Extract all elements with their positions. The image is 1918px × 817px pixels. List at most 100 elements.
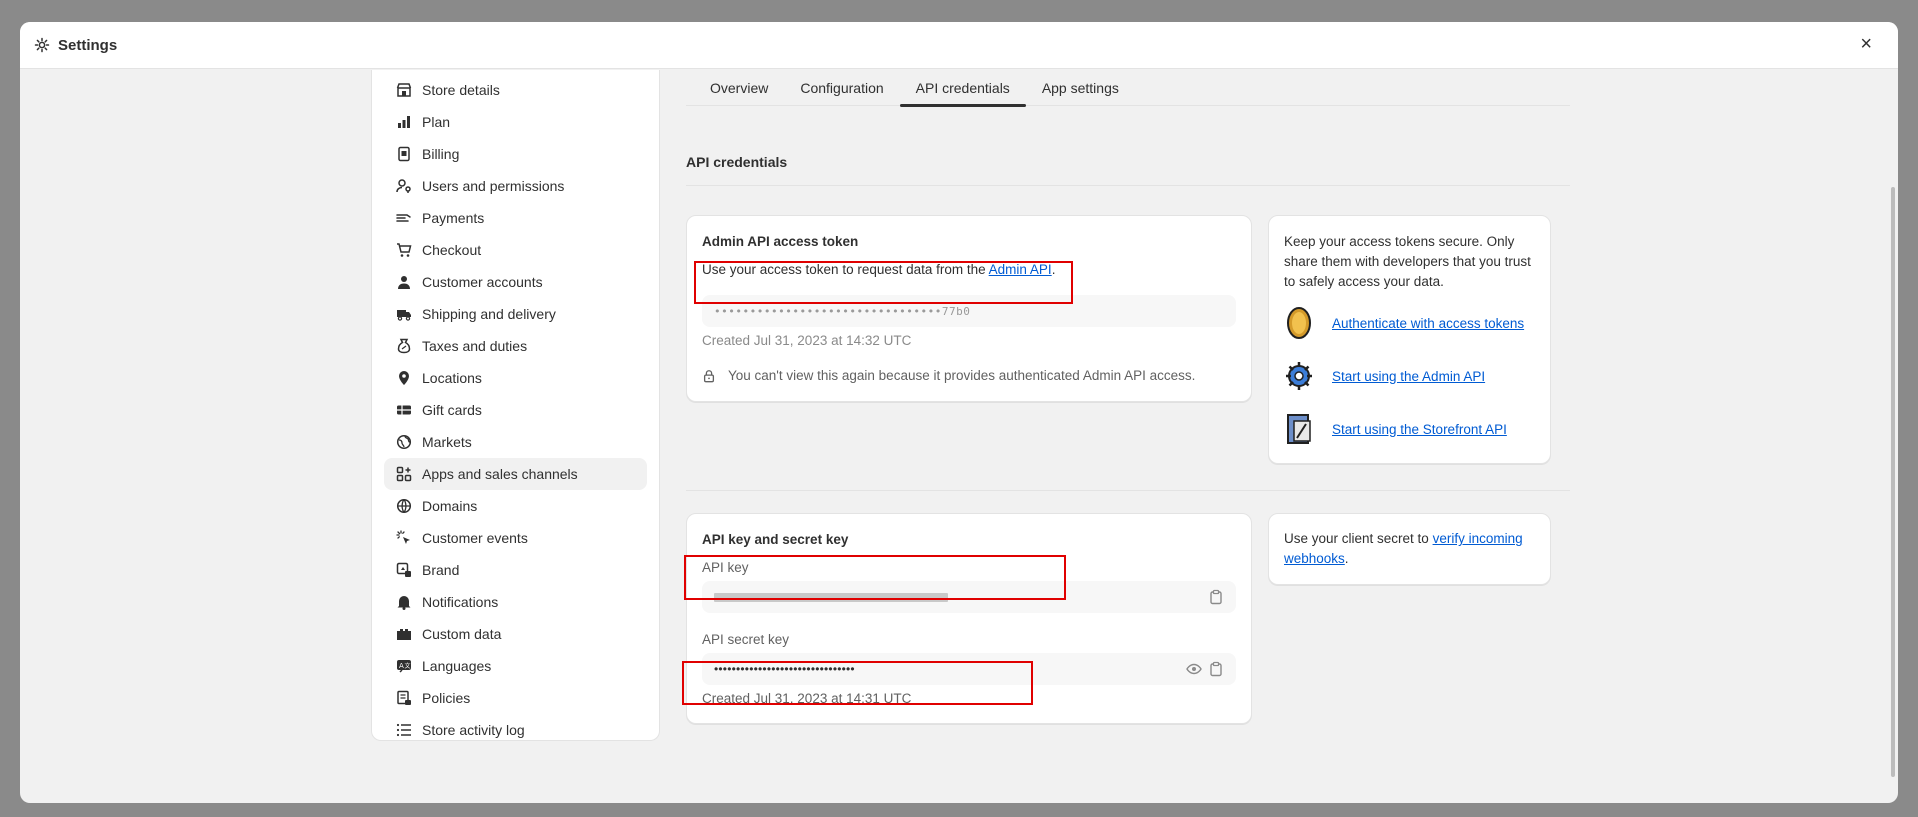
sidebar-item-markets[interactable]: Markets [384, 426, 647, 458]
tab-bar: Overview Configuration API credentials A… [686, 70, 1570, 107]
tab-api-credentials[interactable]: API credentials [899, 70, 1026, 107]
storefront-doc-icon [1287, 414, 1311, 444]
gift-card-icon [397, 405, 411, 415]
api-key-redacted [714, 592, 948, 602]
section-divider [686, 490, 1570, 491]
sidebar-item-label: Policies [422, 690, 471, 706]
copy-icon[interactable] [1208, 661, 1224, 677]
brand-icon [396, 562, 411, 577]
sidebar-item-label: Store details [422, 82, 500, 98]
sidebar-item-label: Users and permissions [422, 178, 565, 194]
settings-sidebar: Store details Plan Billing Users and per… [371, 70, 660, 741]
lock-icon [703, 369, 715, 382]
truck-icon [397, 310, 411, 321]
sidebar-item-label: Custom data [422, 626, 502, 642]
sidebar-item-shipping[interactable]: Shipping and delivery [384, 298, 647, 330]
plan-icon [398, 116, 410, 128]
sidebar-item-label: Shipping and delivery [422, 306, 556, 322]
api-key-field[interactable] [702, 581, 1236, 613]
sidebar-item-label: Domains [422, 498, 478, 514]
sidebar-item-label: Brand [422, 562, 460, 578]
tab-configuration[interactable]: Configuration [784, 70, 899, 106]
webhook-help-card: Use your client secret to verify incomin… [1268, 513, 1551, 585]
api-key-label: API key [702, 560, 749, 575]
sidebar-item-domains[interactable]: Domains [384, 490, 647, 522]
sidebar-item-label: Billing [422, 146, 460, 162]
admin-token-field[interactable]: ••••••••••••••••••••••••••••••••77b0 [702, 295, 1236, 327]
svg-text:A: A [399, 662, 404, 670]
sidebar-item-customer-accounts[interactable]: Customer accounts [384, 266, 647, 298]
sidebar-item-billing[interactable]: Billing [384, 138, 647, 170]
payments-icon [396, 214, 411, 222]
globe-icon [396, 434, 412, 450]
sidebar-item-label: Store activity log [422, 722, 525, 738]
sidebar-item-notifications[interactable]: Notifications [384, 586, 647, 618]
close-icon[interactable]: × [1860, 34, 1872, 54]
billing-icon [398, 146, 410, 162]
admin-token-notice: You can't view this again because it pro… [702, 368, 1195, 383]
bell-icon [397, 596, 411, 610]
tab-overview[interactable]: Overview [694, 70, 784, 106]
api-secret-field[interactable]: •••••••••••••••••••••••••••••••• [702, 653, 1236, 685]
sidebar-item-label: Payments [422, 210, 485, 226]
sidebar-item-apps-and-sales-channels[interactable]: Apps and sales channels [384, 458, 647, 490]
sidebar-item-label: Locations [422, 370, 482, 386]
sidebar-item-customer-events[interactable]: Customer events [384, 522, 647, 554]
card-title: API key and secret key [702, 532, 849, 547]
help-link-row: Start using the Admin API [1284, 359, 1485, 393]
sidebar-item-languages[interactable]: A 文 Languages [384, 650, 647, 682]
sidebar-item-label: Taxes and duties [422, 338, 528, 354]
sidebar-item-custom-data[interactable]: Custom data [384, 618, 647, 650]
authenticate-link[interactable]: Authenticate with access tokens [1332, 316, 1524, 331]
api-secret-label: API secret key [702, 632, 790, 647]
sidebar-item-brand[interactable]: Brand [384, 554, 647, 586]
help-link-row: Authenticate with access tokens [1284, 306, 1524, 340]
location-icon [399, 371, 409, 385]
sidebar-item-checkout[interactable]: Checkout [384, 234, 647, 266]
admin-api-link[interactable]: Admin API [989, 262, 1052, 277]
help-text: Keep your access tokens secure. Only sha… [1284, 234, 1531, 289]
copy-icon[interactable] [1208, 589, 1224, 605]
card-title: Admin API access token [702, 234, 859, 249]
sidebar-item-label: Checkout [422, 242, 482, 258]
cart-icon [397, 243, 412, 257]
sidebar-item-payments[interactable]: Payments [384, 202, 647, 234]
modal-title: Settings [58, 36, 118, 54]
sidebar-item-taxes[interactable]: Taxes and duties [384, 330, 647, 362]
sidebar-item-label: Customer accounts [422, 274, 543, 290]
admin-api-token-card: Admin API access token Use your access t… [686, 215, 1252, 402]
admin-token-value: ••••••••••••••••••••••••••••••••77b0 [714, 304, 971, 318]
webhook-text: Use your client secret to verify incomin… [1284, 531, 1523, 566]
sidebar-item-label: Plan [422, 114, 451, 130]
api-key-created: Created Jul 31, 2023 at 14:31 UTC [702, 691, 912, 706]
svg-text:文: 文 [405, 662, 411, 670]
gear-badge-icon [1286, 362, 1312, 390]
taxes-icon [397, 338, 411, 354]
sidebar-item-users[interactable]: Users and permissions [384, 170, 647, 202]
sidebar-item-label: Gift cards [422, 402, 482, 418]
scrollbar[interactable] [1891, 187, 1895, 777]
tab-app-settings[interactable]: App settings [1026, 70, 1135, 106]
sidebar-item-locations[interactable]: Locations [384, 362, 647, 394]
apps-icon [396, 466, 412, 482]
sidebar-item-plan[interactable]: Plan [384, 106, 647, 138]
language-icon: A文 [397, 660, 411, 673]
users-icon [396, 179, 411, 193]
coin-icon [1287, 307, 1311, 339]
admin-api-start-link[interactable]: Start using the Admin API [1332, 369, 1485, 384]
list-icon [396, 723, 411, 737]
sidebar-item-store-details[interactable]: Store details [384, 74, 647, 106]
token-security-help-card: Keep your access tokens secure. Only sha… [1268, 215, 1551, 464]
sidebar-item-store-activity-log[interactable]: Store activity log [384, 714, 647, 746]
sidebar-item-gift-cards[interactable]: Gift cards [384, 394, 647, 426]
sidebar-item-label: Customer events [422, 530, 528, 546]
section-title: API credentials [686, 154, 788, 170]
help-link-row: Start using the Storefront API [1284, 412, 1507, 446]
storefront-api-link[interactable]: Start using the Storefront API [1332, 422, 1507, 437]
api-key-card: API key and secret key API key API secre… [686, 513, 1252, 724]
api-secret-value: •••••••••••••••••••••••••••••••• [714, 662, 855, 676]
sidebar-item-policies[interactable]: Policies [384, 682, 647, 714]
eye-icon[interactable] [1186, 661, 1202, 677]
secret-actions [1186, 661, 1224, 677]
modal-header: Settings × [20, 22, 1898, 69]
